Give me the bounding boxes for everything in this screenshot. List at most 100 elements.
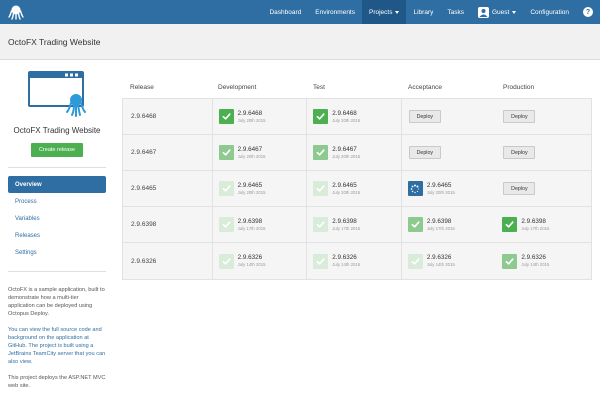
check-icon[interactable] bbox=[502, 217, 518, 232]
sidebar-item-process[interactable]: Process bbox=[8, 193, 106, 210]
deployment-date: July 20th 2015 bbox=[332, 153, 361, 159]
deployment-info: 2.9.6467 July 20th 2015 bbox=[332, 146, 360, 160]
deployment-info: 2.9.6468 July 20th 2015 bbox=[238, 110, 266, 124]
chevron-down-icon bbox=[395, 10, 400, 14]
octopus-logo-icon[interactable] bbox=[4, 0, 28, 24]
user-icon bbox=[479, 8, 488, 17]
table-row: 2.9.6468 2.9.6468 July 20th 2015 2.9.6468 Ju… bbox=[123, 99, 591, 135]
nav-item-label: Environments bbox=[315, 8, 355, 16]
deployment-info: 2.9.6326 July 14th 2015 bbox=[332, 254, 360, 268]
sidebar-divider bbox=[8, 167, 106, 168]
deployment-info: 2.9.6398 July 17th 2015 bbox=[427, 218, 455, 232]
environment-cell: Deploy bbox=[402, 135, 497, 170]
deploy-button[interactable]: Deploy bbox=[408, 110, 441, 123]
deployment-date: July 14th 2015 bbox=[426, 262, 455, 267]
nav-item-library[interactable]: Library bbox=[406, 0, 440, 24]
deploy-button[interactable]: Deploy bbox=[503, 146, 536, 159]
spinner-icon[interactable] bbox=[407, 181, 423, 196]
environment-cell: 2.9.6326 July 14th 2015 bbox=[402, 243, 497, 279]
deployment-version: 2.9.6326 bbox=[426, 254, 452, 261]
check-icon[interactable] bbox=[313, 145, 329, 160]
check-icon[interactable] bbox=[502, 253, 518, 269]
deployment-info: 2.9.6398 July 17th 2015 bbox=[332, 218, 360, 232]
column-header-release: Release bbox=[130, 83, 154, 91]
sidebar-item-variables[interactable]: Variables bbox=[8, 210, 106, 227]
nav-item-label: Configuration bbox=[530, 8, 569, 16]
release-version[interactable]: 2.9.6465 bbox=[123, 171, 213, 206]
environment-cell: 2.9.6467 July 20th 2015 bbox=[307, 135, 402, 170]
sidebar-nav: Overview Process Variables Releases Sett… bbox=[8, 176, 106, 261]
chevron-down-icon bbox=[512, 10, 517, 14]
check-icon[interactable] bbox=[313, 181, 329, 196]
environment-cell: Deploy bbox=[496, 171, 591, 206]
deployment-info: 2.9.6326 July 14th 2015 bbox=[238, 254, 266, 268]
nav-item-dashboard[interactable]: Dashboard bbox=[262, 0, 308, 24]
release-version[interactable]: 2.9.6467 bbox=[123, 135, 213, 170]
check-icon[interactable] bbox=[218, 145, 234, 160]
deployment-info: 2.9.6398 July 17th 2015 bbox=[238, 218, 266, 232]
nav-item-user[interactable]: Guest bbox=[471, 0, 523, 24]
project-sidebar: OctoFX Trading Website Create release Ov… bbox=[8, 70, 106, 398]
deployment-version: 2.9.6465 bbox=[332, 181, 357, 189]
deploy-button[interactable]: Deploy bbox=[503, 182, 536, 195]
environment-cell: 2.9.6465 July 20th 2015 bbox=[213, 171, 308, 206]
table-row: 2.9.6467 2.9.6467 July 20th 2015 2.9.6467 Ju… bbox=[123, 135, 591, 171]
check-icon[interactable] bbox=[313, 217, 329, 232]
deployment-version: 2.9.6326 bbox=[237, 254, 263, 261]
deployment-version: 2.9.6465 bbox=[426, 181, 452, 189]
check-icon[interactable] bbox=[313, 253, 329, 269]
deployment-info: 2.9.6326 July 14th 2015 bbox=[427, 254, 455, 268]
deployment-version: 2.9.6398 bbox=[237, 217, 263, 225]
nav-item-label: Tasks bbox=[447, 8, 464, 16]
environment-cell: 2.9.6398 July 17th 2015 bbox=[213, 207, 308, 242]
check-icon[interactable] bbox=[218, 181, 234, 196]
nav-items: Dashboard Environments Projects Library … bbox=[262, 0, 600, 24]
environment-cell: 2.9.6468 July 20th 2015 bbox=[307, 99, 402, 134]
deployment-date: July 20th 2015 bbox=[237, 117, 266, 123]
user-label: Guest bbox=[491, 8, 510, 16]
deploy-button[interactable]: Deploy bbox=[503, 110, 536, 123]
deployment-version: 2.9.6326 bbox=[521, 254, 546, 261]
check-icon[interactable] bbox=[313, 109, 329, 124]
nav-item-environments[interactable]: Environments bbox=[308, 0, 362, 24]
check-icon[interactable] bbox=[218, 109, 234, 124]
deployment-info: 2.9.6467 July 20th 2015 bbox=[238, 146, 266, 160]
deployment-date: July 14th 2015 bbox=[237, 262, 266, 267]
column-header-production: Production bbox=[503, 83, 535, 91]
description-link-paragraph[interactable]: You can view the full source code and ba… bbox=[8, 326, 106, 366]
nav-item-configuration[interactable]: Configuration bbox=[523, 0, 576, 24]
nav-item-tasks[interactable]: Tasks bbox=[440, 0, 471, 24]
deployment-info: 2.9.6465 July 20th 2015 bbox=[238, 182, 266, 196]
sidebar-item-overview[interactable]: Overview bbox=[8, 176, 106, 193]
environment-cell: Deploy bbox=[402, 99, 497, 134]
check-icon[interactable] bbox=[218, 253, 234, 269]
column-header-test: Test bbox=[313, 83, 325, 91]
sidebar-item-releases[interactable]: Releases bbox=[8, 227, 106, 244]
deployment-date: July 20th 2015 bbox=[237, 189, 266, 195]
deployment-date: July 14th 2015 bbox=[332, 262, 361, 267]
release-version[interactable]: 2.9.6468 bbox=[123, 99, 213, 134]
release-rows: 2.9.6468 2.9.6468 July 20th 2015 2.9.6468 Ju… bbox=[122, 98, 592, 280]
table-row: 2.9.6465 2.9.6465 July 20th 2015 2.9.6465 Ju… bbox=[123, 171, 591, 207]
deployment-version: 2.9.6398 bbox=[332, 217, 357, 225]
check-icon[interactable] bbox=[407, 253, 423, 269]
create-release-button[interactable]: Create release bbox=[31, 143, 83, 157]
deployment-date: July 20th 2015 bbox=[237, 153, 266, 159]
page-title: OctoFX Trading Website bbox=[8, 36, 101, 47]
deployment-date: July 20th 2015 bbox=[332, 117, 361, 123]
release-version[interactable]: 2.9.6398 bbox=[123, 207, 213, 242]
check-icon[interactable] bbox=[407, 217, 423, 232]
deployment-version: 2.9.6468 bbox=[332, 109, 357, 117]
release-version[interactable]: 2.9.6326 bbox=[123, 243, 213, 279]
help-icon: ? bbox=[583, 7, 593, 17]
sidebar-item-settings[interactable]: Settings bbox=[8, 244, 106, 261]
column-header-development: Development bbox=[218, 83, 257, 91]
page-header: OctoFX Trading Website bbox=[0, 24, 600, 60]
nav-item-projects[interactable]: Projects bbox=[362, 0, 407, 24]
help-button[interactable]: ? bbox=[576, 0, 600, 24]
nav-item-label: Dashboard bbox=[269, 8, 302, 16]
check-icon[interactable] bbox=[218, 217, 234, 232]
release-dashboard: Release Development Test Acceptance Prod… bbox=[122, 78, 592, 280]
deploy-button[interactable]: Deploy bbox=[408, 146, 441, 159]
deployment-version: 2.9.6326 bbox=[332, 254, 357, 261]
